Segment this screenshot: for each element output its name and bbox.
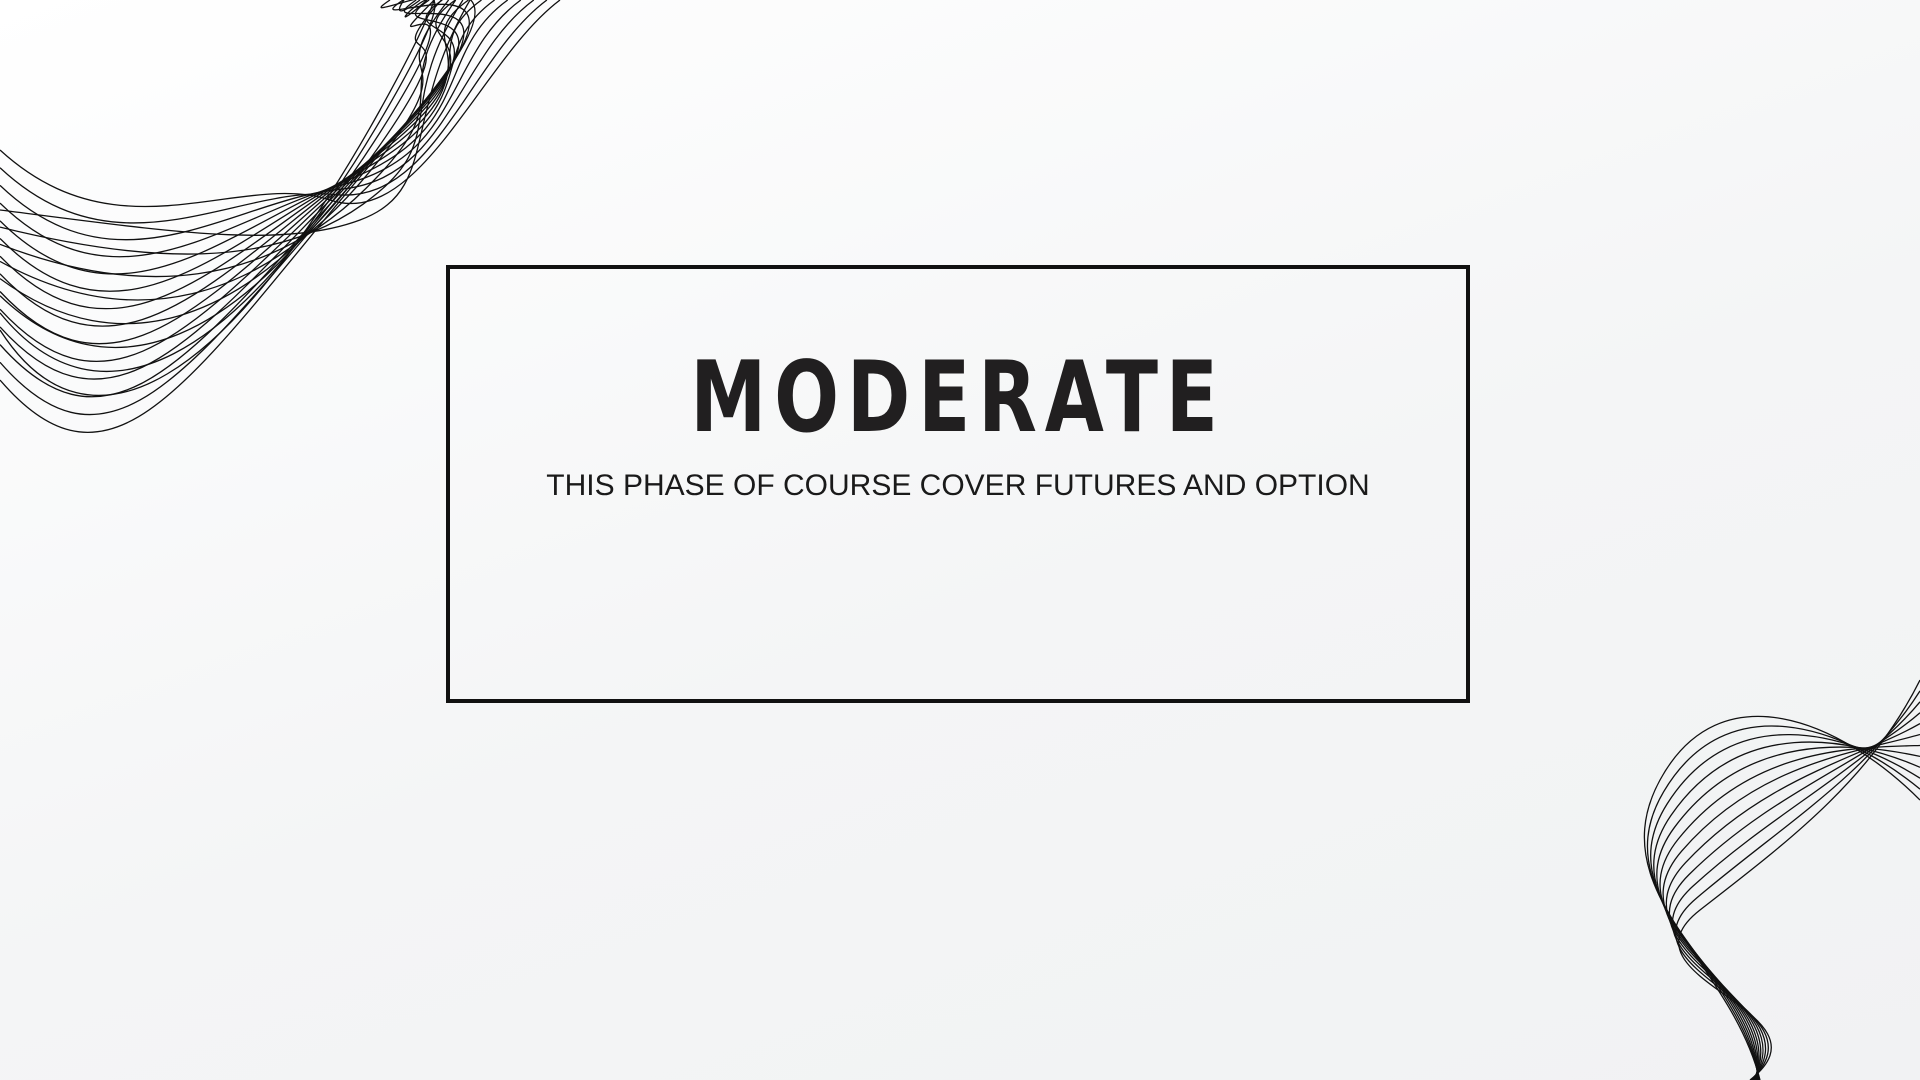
wave-top-left-line (0, 0, 469, 327)
wave-top-left-line (0, 0, 460, 380)
wave-top-left-line (0, 0, 456, 345)
wave-top-left-b-line (0, 0, 435, 397)
wave-top-left-line (0, 0, 548, 224)
wave-bottom-right-line (1653, 741, 1920, 1080)
wave-bottom-right-line (1659, 744, 1920, 1080)
wave-top-left-b-line (0, 0, 464, 255)
content-box: MODERATE THIS PHASE OF COURSE COVER FUTU… (446, 265, 1470, 703)
wave-top-left-line (0, 0, 470, 416)
slide-subtitle: THIS PHASE OF COURSE COVER FUTURES AND O… (546, 469, 1370, 502)
wave-top-left-b-line (0, 0, 436, 373)
wave-top-left-b-line (0, 0, 435, 349)
wave-top-left-b-line (0, 0, 457, 278)
wave-bottom-right-line (1671, 701, 1920, 1080)
wave-bottom-right-line (1675, 690, 1920, 1080)
wave-top-left-line (0, 0, 482, 310)
wave-bottom-right-line (1643, 715, 1920, 1080)
slide-title: MODERATE (690, 341, 1226, 455)
wave-bottom-right-line (1665, 723, 1920, 1080)
wave-bottom-right-line (1662, 733, 1920, 1080)
wave-top-left-b-line (0, 0, 471, 236)
wave-top-left-line (0, 0, 522, 258)
wave-top-left-b-line (0, 0, 450, 301)
wave-top-left-line (0, 0, 495, 292)
wave-bottom-right-line (1678, 679, 1920, 1080)
wave-top-left-line (0, 0, 509, 275)
wave-bottom-right-line (1656, 746, 1920, 1080)
wave-top-left-line (0, 0, 535, 241)
wave-lines-bottom-right-icon (1643, 679, 1920, 1080)
wave-top-left-line (0, 0, 476, 433)
wave-top-left-line (0, 0, 465, 398)
slide: MODERATE THIS PHASE OF COURSE COVER FUTU… (0, 0, 1920, 1080)
wave-bottom-right-line (1650, 734, 1920, 1080)
wave-top-left-line (0, 0, 561, 208)
wave-top-left-line (0, 0, 456, 362)
wave-bottom-right-line (1668, 712, 1920, 1080)
wave-bottom-right-line (1646, 725, 1920, 1080)
wave-top-left-b-line (0, 0, 442, 325)
